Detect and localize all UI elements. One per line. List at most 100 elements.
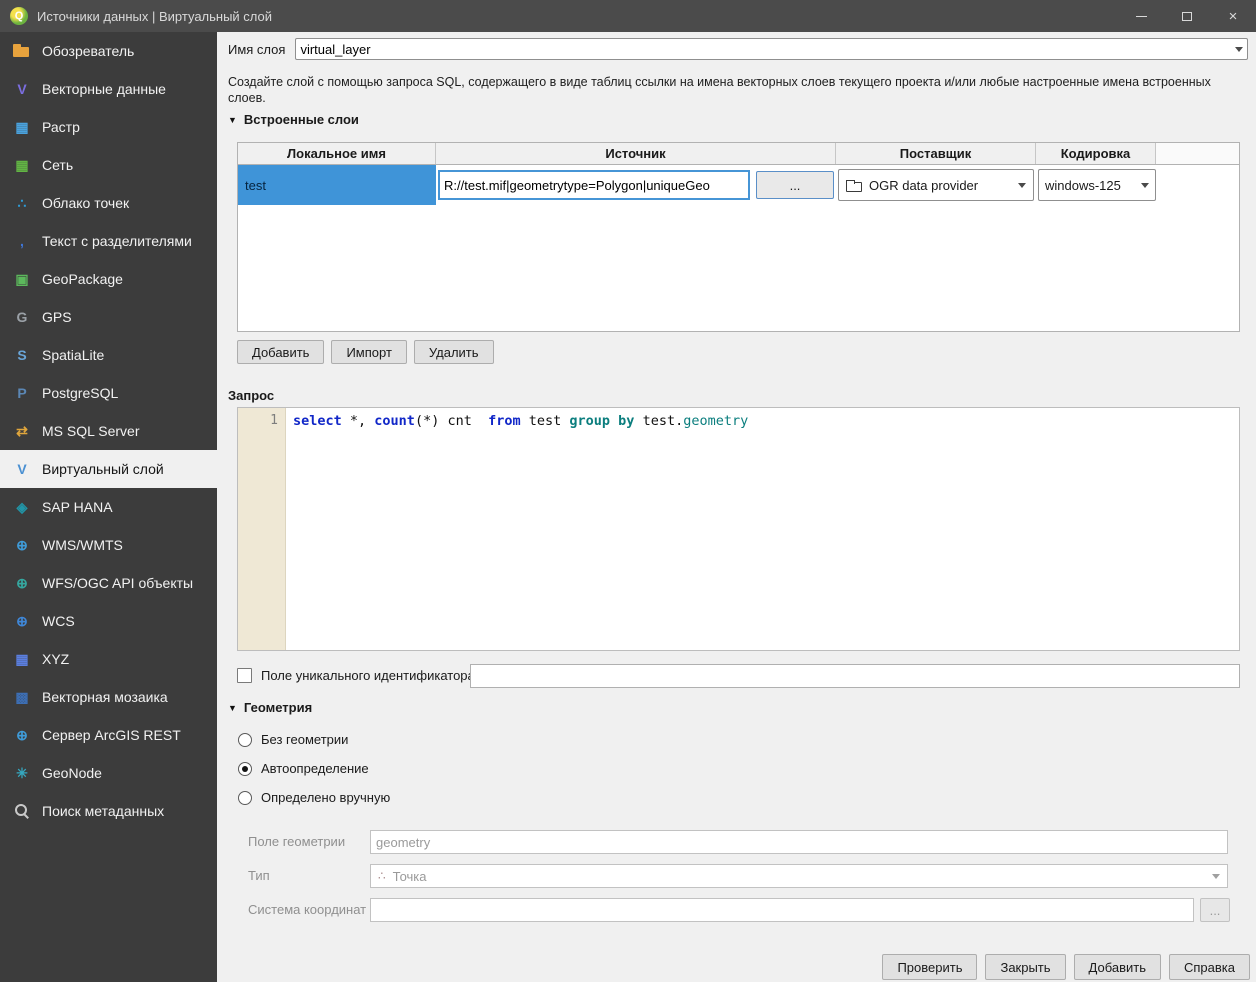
sidebar-item-vector-tiles[interactable]: ▩Векторная мозаика — [0, 678, 217, 716]
search-icon — [12, 801, 32, 821]
delimited-text-icon: , — [12, 231, 32, 251]
sidebar-item-vector[interactable]: VВекторные данные — [0, 70, 217, 108]
sql-token: group — [569, 413, 610, 429]
embedded-layers-section-header[interactable]: ▼ Встроенные слои — [228, 112, 359, 127]
line-number-gutter: 1 — [238, 408, 286, 650]
add-button[interactable]: Добавить — [1074, 954, 1161, 980]
sidebar-item-spatialite[interactable]: SSpatiaLite — [0, 336, 217, 374]
sidebar-item-arcgis[interactable]: ⊕Сервер ArcGIS REST — [0, 716, 217, 754]
layer-name-input[interactable] — [300, 42, 1235, 57]
chevron-down-icon[interactable] — [1141, 183, 1149, 188]
raster-icon: ▦ — [12, 117, 32, 137]
cell-local-name[interactable]: test — [238, 165, 436, 205]
sidebar-item-label: Поиск метаданных — [42, 803, 164, 819]
source-browse-button[interactable]: ... — [756, 171, 834, 199]
minimize-button[interactable] — [1118, 0, 1164, 32]
sql-code-line[interactable]: select *, count(*) cnt from test group b… — [293, 413, 1235, 429]
column-header-encoding: Кодировка — [1036, 143, 1156, 164]
encoding-combobox[interactable]: windows-125 — [1038, 169, 1156, 201]
remove-layer-button[interactable]: Удалить — [414, 340, 494, 364]
sql-token — [610, 413, 618, 429]
layer-name-label: Имя слоя — [228, 42, 285, 57]
sidebar-item-label: MS SQL Server — [42, 423, 140, 439]
unique-id-input[interactable] — [470, 664, 1240, 688]
point-cloud-icon: ∴ — [12, 193, 32, 213]
sidebar-item-label: WMS/WMTS — [42, 537, 123, 553]
layer-name-combobox[interactable] — [295, 38, 1248, 60]
xyz-tiles-icon: ▦ — [12, 649, 32, 669]
sidebar-item-geonode[interactable]: ✳GeoNode — [0, 754, 217, 792]
sidebar-item-xyz[interactable]: ▦ XYZ — [0, 640, 217, 678]
collapse-arrow-icon[interactable]: ▼ — [228, 115, 237, 125]
sql-editor[interactable]: 1 select *, count(*) cnt from test group… — [237, 407, 1240, 651]
sidebar-item-mesh[interactable]: ▦Сеть — [0, 146, 217, 184]
sql-token: count — [374, 413, 415, 429]
source-input[interactable] — [438, 170, 750, 200]
spatialite-icon: S — [12, 345, 32, 365]
sidebar-item-label: Растр — [42, 119, 80, 135]
globe-icon: ⊕ — [12, 573, 32, 593]
unique-id-checkbox[interactable] — [237, 668, 252, 683]
provider-combobox[interactable]: OGR data provider — [838, 169, 1034, 201]
import-layer-button[interactable]: Импорт — [331, 340, 406, 364]
radio-label: Автоопределение — [261, 761, 369, 776]
description-text: Создайте слой с помощью запроса SQL, сод… — [228, 74, 1242, 106]
mssql-icon: ⇄ — [12, 421, 32, 441]
sidebar-item-label: Сервер ArcGIS REST — [42, 727, 181, 743]
sidebar-item-delimited-text[interactable]: , Текст с разделителями — [0, 222, 217, 260]
radio-autodetect[interactable]: Автоопределение — [238, 761, 369, 776]
sidebar-item-label: PostgreSQL — [42, 385, 118, 401]
sql-token: from — [488, 413, 521, 429]
folder-icon — [12, 41, 32, 61]
sidebar-item-label: XYZ — [42, 651, 69, 667]
chevron-down-icon[interactable] — [1018, 183, 1026, 188]
sidebar-item-wcs[interactable]: ⊕WCS — [0, 602, 217, 640]
crs-label: Система координат — [248, 902, 366, 917]
radio-manual[interactable]: Определено вручную — [238, 790, 390, 805]
sidebar-item-wms[interactable]: ⊕WMS/WMTS — [0, 526, 217, 564]
geometry-field-input — [370, 830, 1228, 854]
crs-browse-button: ... — [1200, 898, 1230, 922]
geometry-type-label: Тип — [248, 868, 270, 883]
sidebar-item-postgresql[interactable]: PPostgreSQL — [0, 374, 217, 412]
add-layer-button[interactable]: Добавить — [237, 340, 324, 364]
sidebar-item-point-cloud[interactable]: ∴Облако точек — [0, 184, 217, 222]
radio-no-geometry[interactable]: Без геометрии — [238, 732, 348, 747]
close-button[interactable]: × — [1210, 0, 1256, 32]
sidebar-item-label: Текст с разделителями — [42, 233, 192, 249]
sidebar-item-virtual-layer[interactable]: VВиртуальный слой — [0, 450, 217, 488]
verify-button[interactable]: Проверить — [882, 954, 977, 980]
geometry-section-header[interactable]: ▼ Геометрия — [228, 700, 312, 715]
footer-buttons: Проверить Закрыть Добавить Справка — [882, 954, 1250, 980]
sidebar-item-browser[interactable]: Обозреватель — [0, 32, 217, 70]
sidebar-item-label: Обозреватель — [42, 43, 134, 59]
chevron-down-icon — [1212, 874, 1220, 879]
radio-button-checked[interactable] — [238, 762, 252, 776]
geometry-section-label: Геометрия — [244, 700, 312, 715]
sidebar-item-sap-hana[interactable]: ◈SAP HANA — [0, 488, 217, 526]
folder-icon — [846, 179, 862, 191]
crs-input — [370, 898, 1194, 922]
sidebar-item-wfs[interactable]: ⊕WFS/OGC API объекты — [0, 564, 217, 602]
sidebar-item-gps[interactable]: GGPS — [0, 298, 217, 336]
radio-button[interactable] — [238, 733, 252, 747]
chevron-down-icon[interactable] — [1235, 47, 1243, 52]
query-label: Запрос — [228, 388, 274, 403]
encoding-value: windows-125 — [1045, 178, 1121, 193]
help-button[interactable]: Справка — [1169, 954, 1250, 980]
window-title: Источники данных | Виртуальный слой — [37, 9, 272, 24]
sidebar-item-raster[interactable]: ▦ Растр — [0, 108, 217, 146]
radio-button[interactable] — [238, 791, 252, 805]
close-dialog-button[interactable]: Закрыть — [985, 954, 1065, 980]
sidebar-item-label: GPS — [42, 309, 72, 325]
sidebar-item-geopackage[interactable]: ▣GeoPackage — [0, 260, 217, 298]
table-row[interactable]: test ... OGR data provider windows-125 — [238, 165, 1239, 205]
sidebar-item-metasearch[interactable]: Поиск метаданных — [0, 792, 217, 830]
collapse-arrow-icon[interactable]: ▼ — [228, 703, 237, 713]
layer-name-row: Имя слоя — [228, 38, 1248, 60]
maximize-button[interactable] — [1164, 0, 1210, 32]
sql-token: *, — [342, 413, 375, 429]
sidebar-item-mssql[interactable]: ⇄ MS SQL Server — [0, 412, 217, 450]
table-header: Локальное имя Источник Поставщик Кодиров… — [238, 143, 1239, 165]
geonode-icon: ✳ — [12, 763, 32, 783]
